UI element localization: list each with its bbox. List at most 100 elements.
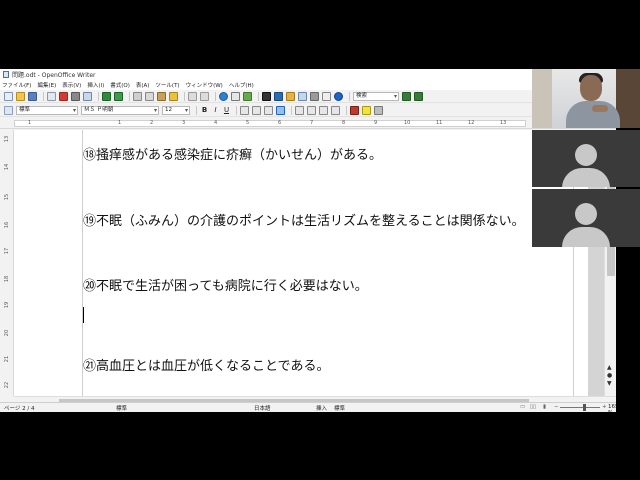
toolbar-separator bbox=[184, 91, 185, 101]
save-icon[interactable] bbox=[28, 91, 37, 101]
menu-table[interactable]: 表(A) bbox=[136, 81, 150, 89]
page-indicator[interactable]: ページ 2 / 4 bbox=[4, 404, 35, 412]
page-up-icon[interactable]: ▲ bbox=[607, 364, 612, 371]
help-icon[interactable] bbox=[334, 91, 343, 101]
find-next-icon[interactable] bbox=[402, 91, 411, 101]
toolbar-separator bbox=[236, 105, 237, 115]
window-title: 問題.odt - OpenOffice Writer bbox=[12, 72, 96, 79]
zoom-level[interactable]: 165 % bbox=[608, 404, 616, 412]
document-paragraph[interactable]: ⑳不眠で生活が困っても病院に行く必要はない。 bbox=[83, 275, 368, 294]
highlighting-icon[interactable] bbox=[362, 105, 371, 115]
page-style-indicator[interactable]: 標準 bbox=[116, 404, 127, 412]
decrease-indent-icon[interactable] bbox=[319, 105, 328, 115]
document-paragraph[interactable]: ㉑高血圧とは血圧が低くなることである。 bbox=[83, 355, 329, 374]
find-replace-icon[interactable] bbox=[262, 91, 271, 101]
toolbar-separator bbox=[215, 91, 216, 101]
spellcheck-icon[interactable] bbox=[102, 91, 111, 101]
cut-icon[interactable] bbox=[133, 91, 142, 101]
vertical-ruler[interactable]: 13 14 15 16 17 18 19 20 21 22 bbox=[0, 130, 14, 396]
ruler-tick: 14 bbox=[4, 163, 11, 171]
ruler-tick: 21 bbox=[4, 355, 11, 363]
bullets-icon[interactable] bbox=[307, 105, 316, 115]
styles-formatting-icon[interactable] bbox=[4, 105, 13, 115]
view-layout-icon[interactable]: ▯▯ bbox=[530, 404, 536, 410]
redo-icon[interactable] bbox=[200, 91, 209, 101]
horizontal-ruler[interactable]: 1 1 2 3 4 5 6 7 8 9 10 11 12 13 bbox=[0, 118, 616, 129]
navigator-icon[interactable] bbox=[274, 91, 283, 101]
document-paragraph[interactable]: ⑱掻痒感がある感染症に疥癬（かいせん）がある。 bbox=[83, 144, 382, 163]
table-icon[interactable] bbox=[231, 91, 240, 101]
video-tile-presenter[interactable] bbox=[532, 69, 640, 128]
edit-mode-icon[interactable] bbox=[47, 91, 56, 101]
clone-formatting-icon[interactable] bbox=[169, 91, 178, 101]
ruler-tick: 2 bbox=[150, 120, 154, 126]
print-icon[interactable] bbox=[71, 91, 80, 101]
find-input[interactable]: 検索 bbox=[353, 91, 399, 101]
toolbar-separator bbox=[43, 91, 44, 101]
selection-mode-indicator[interactable]: 標準 bbox=[334, 404, 345, 412]
open-folder-icon[interactable] bbox=[16, 91, 25, 101]
zoom-in-icon[interactable]: + bbox=[602, 404, 607, 410]
bold-button[interactable]: B bbox=[200, 106, 209, 114]
zoom-slider-track[interactable] bbox=[560, 407, 600, 408]
menu-help[interactable]: ヘルプ(H) bbox=[229, 81, 254, 89]
ruler-tick: 6 bbox=[278, 120, 282, 126]
menu-insert[interactable]: 挿入(I) bbox=[87, 81, 104, 89]
export-pdf-icon[interactable] bbox=[59, 91, 68, 101]
paragraph-style-select[interactable]: 標準 bbox=[16, 105, 78, 115]
gallery-icon[interactable] bbox=[286, 91, 295, 101]
writer-window: 問題.odt - OpenOffice Writer ファイル(F) 編集(E)… bbox=[0, 69, 616, 412]
hyperlink-icon[interactable] bbox=[219, 91, 228, 101]
menu-window[interactable]: ウィンドウ(W) bbox=[186, 81, 223, 89]
italic-button[interactable]: I bbox=[211, 106, 220, 114]
video-tile-participant[interactable] bbox=[532, 130, 640, 187]
data-sources-icon[interactable] bbox=[298, 91, 307, 101]
font-size-select[interactable]: 12 bbox=[162, 105, 190, 115]
book-view-icon[interactable]: ▮ bbox=[543, 404, 546, 410]
view-layout-icon[interactable]: ▭ bbox=[520, 404, 525, 410]
menu-view[interactable]: 表示(V) bbox=[62, 81, 81, 89]
insert-mode-indicator[interactable]: 挿入 bbox=[316, 404, 327, 412]
zoom-icon[interactable] bbox=[322, 91, 331, 101]
toolbar-separator bbox=[349, 91, 350, 101]
room-background bbox=[532, 69, 552, 128]
new-document-icon[interactable] bbox=[4, 91, 13, 101]
menu-edit[interactable]: 編集(E) bbox=[37, 81, 56, 89]
zoom-slider-knob[interactable] bbox=[583, 404, 586, 411]
navigation-icon[interactable]: ● bbox=[607, 372, 612, 379]
menu-tools[interactable]: ツール(T) bbox=[155, 81, 179, 89]
auto-spellcheck-icon[interactable] bbox=[114, 91, 123, 101]
document-page[interactable]: ⑱掻痒感がある感染症に疥癬（かいせん）がある。 ⑲不眠（ふみん）の介護のポイント… bbox=[14, 130, 588, 396]
language-indicator[interactable]: 日本語 bbox=[254, 404, 271, 412]
menu-file[interactable]: ファイル(F) bbox=[2, 81, 31, 89]
ruler-tick: 15 bbox=[4, 193, 11, 201]
print-preview-icon[interactable] bbox=[83, 91, 92, 101]
align-left-icon[interactable] bbox=[240, 105, 249, 115]
menu-format[interactable]: 書式(O) bbox=[110, 81, 130, 89]
background-color-icon[interactable] bbox=[374, 105, 383, 115]
paste-icon[interactable] bbox=[157, 91, 166, 101]
undo-icon[interactable] bbox=[188, 91, 197, 101]
nonprinting-characters-icon[interactable] bbox=[310, 91, 319, 101]
menu-bar: ファイル(F) 編集(E) 表示(V) 挿入(I) 書式(O) 表(A) ツール… bbox=[0, 80, 616, 90]
video-tile-participant[interactable] bbox=[532, 189, 640, 247]
font-color-icon[interactable] bbox=[350, 105, 359, 115]
ruler-tick: 20 bbox=[4, 329, 11, 337]
ruler-tick: 5 bbox=[246, 120, 250, 126]
copy-icon[interactable] bbox=[145, 91, 154, 101]
increase-indent-icon[interactable] bbox=[331, 105, 340, 115]
show-draw-functions-icon[interactable] bbox=[243, 91, 252, 101]
align-right-icon[interactable] bbox=[264, 105, 273, 115]
find-previous-icon[interactable] bbox=[414, 91, 423, 101]
numbering-icon[interactable] bbox=[295, 105, 304, 115]
page-down-icon[interactable]: ▼ bbox=[607, 380, 612, 387]
align-center-icon[interactable] bbox=[252, 105, 261, 115]
underline-button[interactable]: U bbox=[222, 106, 231, 114]
font-name-select[interactable]: ＭＳ Ｐ明朝 bbox=[81, 105, 159, 115]
ruler-tick: 19 bbox=[4, 301, 11, 309]
justify-icon[interactable] bbox=[276, 105, 285, 115]
toolbar-separator bbox=[258, 91, 259, 101]
zoom-out-icon[interactable]: − bbox=[554, 404, 559, 410]
document-icon bbox=[3, 71, 9, 78]
document-paragraph[interactable]: ⑲不眠（ふみん）の介護のポイントは生活リズムを整えることは関係ない。 bbox=[83, 210, 525, 229]
